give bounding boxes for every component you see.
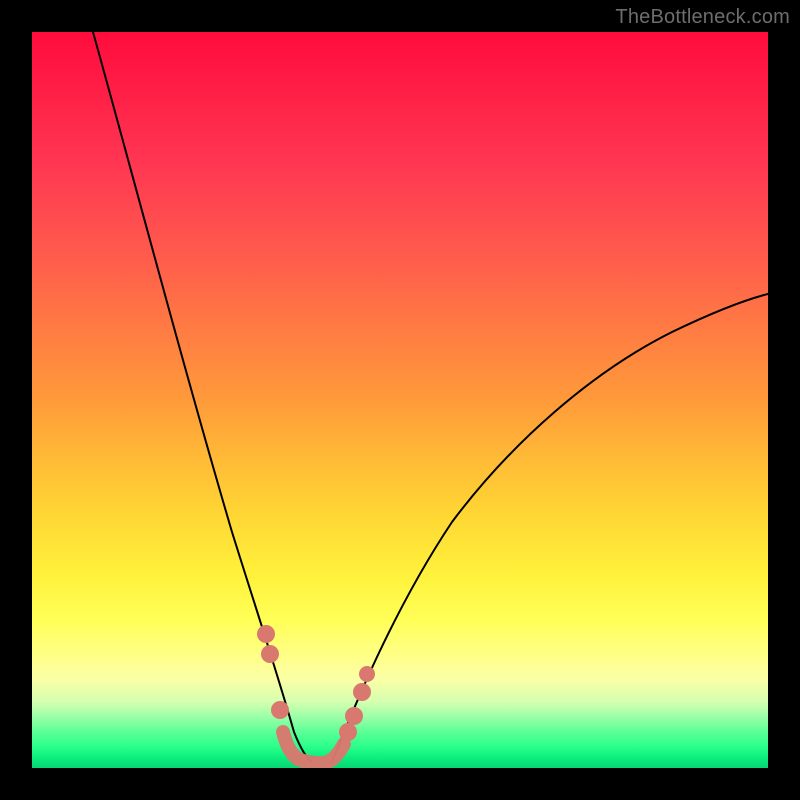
- marker-dot: [261, 645, 279, 663]
- marker-valley-path: [283, 732, 344, 763]
- plot-area: [32, 32, 768, 768]
- marker-dot: [339, 723, 357, 741]
- marker-dot: [271, 701, 289, 719]
- watermark-text: TheBottleneck.com: [615, 6, 790, 29]
- marker-dot: [359, 666, 375, 682]
- marker-dot: [345, 707, 363, 725]
- curve-left: [93, 32, 312, 762]
- chart-svg: [32, 32, 768, 768]
- marker-dot: [257, 625, 275, 643]
- chart-frame: TheBottleneck.com: [0, 0, 800, 800]
- marker-dot: [353, 683, 371, 701]
- curve-right: [332, 294, 768, 762]
